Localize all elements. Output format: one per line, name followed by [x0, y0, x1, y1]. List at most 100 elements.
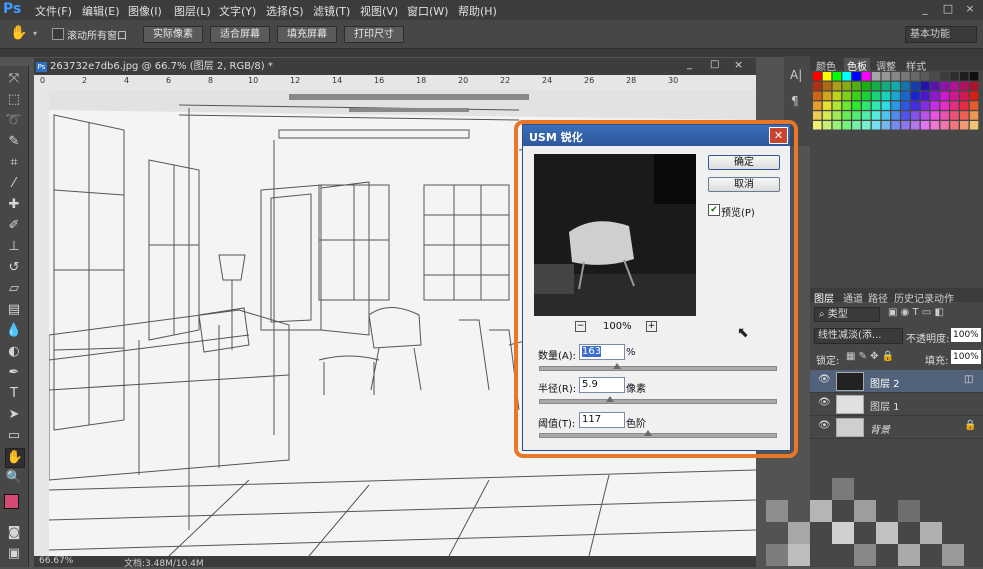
- color-swatch[interactable]: [842, 111, 851, 120]
- color-swatch[interactable]: [891, 91, 900, 101]
- menu-select[interactable]: 选择(S): [266, 3, 304, 19]
- color-swatch[interactable]: [901, 91, 910, 101]
- color-swatch[interactable]: [930, 121, 940, 130]
- color-swatch[interactable]: [911, 91, 920, 101]
- visibility-eye-icon[interactable]: 👁: [818, 397, 831, 408]
- quick-mask-icon[interactable]: ◙: [5, 524, 23, 542]
- color-swatch[interactable]: [930, 101, 940, 110]
- color-swatch[interactable]: [911, 111, 920, 120]
- color-swatch[interactable]: [881, 72, 891, 81]
- color-swatch[interactable]: [891, 111, 900, 120]
- ok-button[interactable]: 确定: [708, 155, 780, 170]
- pen-tool-icon[interactable]: ✒: [5, 364, 23, 382]
- menu-filter[interactable]: 滤镜(T): [313, 3, 350, 19]
- color-swatch[interactable]: [852, 72, 861, 81]
- color-swatch[interactable]: [842, 81, 851, 91]
- quick-select-tool-icon[interactable]: ✎: [5, 133, 23, 151]
- filter-icons[interactable]: ▣ ◉ T ▭ ◧: [888, 307, 944, 318]
- preview-checkbox[interactable]: ✔: [708, 204, 720, 216]
- layer-name[interactable]: 背景: [870, 421, 890, 436]
- color-swatch[interactable]: [920, 121, 930, 130]
- color-swatch[interactable]: [852, 121, 861, 130]
- menu-view[interactable]: 视图(V): [360, 3, 398, 19]
- color-swatch[interactable]: [822, 101, 832, 110]
- maximize-button[interactable]: □: [940, 2, 956, 16]
- layer-name[interactable]: 图层 1: [870, 398, 900, 413]
- hand-tool-active-icon[interactable]: ✋: [5, 448, 25, 468]
- color-swatch[interactable]: [930, 72, 940, 81]
- color-swatch[interactable]: [891, 81, 900, 91]
- color-swatch[interactable]: [960, 121, 969, 130]
- menu-edit[interactable]: 编辑(E): [82, 3, 120, 19]
- color-swatch[interactable]: [842, 101, 851, 110]
- opacity-input[interactable]: 100%: [951, 328, 981, 342]
- color-swatch[interactable]: [960, 111, 969, 120]
- color-swatch[interactable]: [822, 72, 832, 81]
- color-swatch[interactable]: [960, 91, 969, 101]
- horizontal-ruler[interactable]: 0 2 4 6 8 10 12 14 16 18 20 22 24 26 28 …: [34, 75, 756, 91]
- color-swatch[interactable]: [832, 72, 842, 81]
- tab-history[interactable]: 历史记录: [894, 290, 934, 305]
- color-swatch[interactable]: [920, 81, 930, 91]
- lasso-tool-icon[interactable]: ➰: [5, 112, 23, 130]
- preview-image[interactable]: [534, 154, 696, 316]
- color-swatch[interactable]: [822, 81, 832, 91]
- eyedropper-tool-icon[interactable]: ⁄: [5, 175, 23, 193]
- color-swatch[interactable]: [871, 81, 881, 91]
- dialog-close-button[interactable]: ✕: [769, 127, 788, 144]
- zoom-level[interactable]: 66.67%: [39, 556, 73, 566]
- color-swatch[interactable]: [969, 91, 979, 101]
- color-swatch[interactable]: [950, 111, 959, 120]
- color-swatch[interactable]: [901, 81, 910, 91]
- layer-row[interactable]: 👁 背景 🔒: [810, 416, 983, 439]
- tab-styles[interactable]: 样式: [906, 58, 926, 73]
- color-swatch[interactable]: [911, 101, 920, 110]
- color-swatch[interactable]: [813, 72, 822, 81]
- color-swatch[interactable]: [832, 91, 842, 101]
- tab-channels[interactable]: 通道: [843, 290, 863, 305]
- minimize-button[interactable]: _: [917, 2, 933, 16]
- tab-color[interactable]: 颜色: [816, 58, 836, 73]
- layer-options-icon[interactable]: ◫: [964, 374, 973, 385]
- color-swatch[interactable]: [881, 121, 891, 130]
- scroll-all-checkbox[interactable]: [52, 28, 64, 40]
- color-swatch[interactable]: [940, 101, 949, 110]
- tool-preset-arrow-icon[interactable]: ▾: [33, 29, 37, 38]
- layer-name[interactable]: 图层 2: [870, 375, 900, 390]
- color-swatch[interactable]: [940, 111, 949, 120]
- actual-pixels-button[interactable]: 实际像素: [143, 26, 203, 43]
- color-swatch[interactable]: [822, 111, 832, 120]
- color-swatch[interactable]: [852, 111, 861, 120]
- zoom-in-button[interactable]: +: [646, 321, 657, 332]
- radius-slider-thumb[interactable]: [605, 396, 614, 402]
- character-panel-icon[interactable]: A|: [790, 68, 802, 82]
- color-swatch[interactable]: [920, 101, 930, 110]
- zoom-out-button[interactable]: −: [575, 321, 586, 332]
- tab-layers[interactable]: 图层: [814, 290, 834, 305]
- doc-minimize-button[interactable]: _: [687, 59, 692, 70]
- color-swatch[interactable]: [901, 72, 910, 81]
- workspace-select[interactable]: 基本功能: [905, 26, 977, 43]
- color-swatch[interactable]: [881, 91, 891, 101]
- close-app-button[interactable]: ×: [962, 2, 978, 16]
- blur-tool-icon[interactable]: 💧: [5, 322, 23, 340]
- menu-type[interactable]: 文字(Y): [219, 3, 256, 19]
- color-swatch[interactable]: [862, 81, 871, 91]
- amount-slider[interactable]: [539, 366, 777, 371]
- color-swatch[interactable]: [862, 121, 871, 130]
- menu-window[interactable]: 窗口(W): [407, 3, 448, 19]
- dodge-tool-icon[interactable]: ◐: [5, 343, 23, 361]
- color-swatch[interactable]: [950, 81, 959, 91]
- color-swatch[interactable]: [969, 101, 979, 110]
- color-swatch[interactable]: [832, 81, 842, 91]
- layer-filter-select[interactable]: ⌕ 类型: [814, 307, 880, 322]
- fill-input[interactable]: 100%: [951, 350, 981, 364]
- path-select-tool-icon[interactable]: ➤: [5, 406, 23, 424]
- lock-icons[interactable]: ▦ ✎ ✥ 🔒: [846, 351, 894, 362]
- color-swatch[interactable]: [842, 72, 851, 81]
- color-swatch[interactable]: [871, 72, 881, 81]
- amount-input[interactable]: 163: [579, 344, 625, 360]
- color-swatch[interactable]: [862, 111, 871, 120]
- color-swatch[interactable]: [930, 81, 940, 91]
- color-swatch[interactable]: [832, 101, 842, 110]
